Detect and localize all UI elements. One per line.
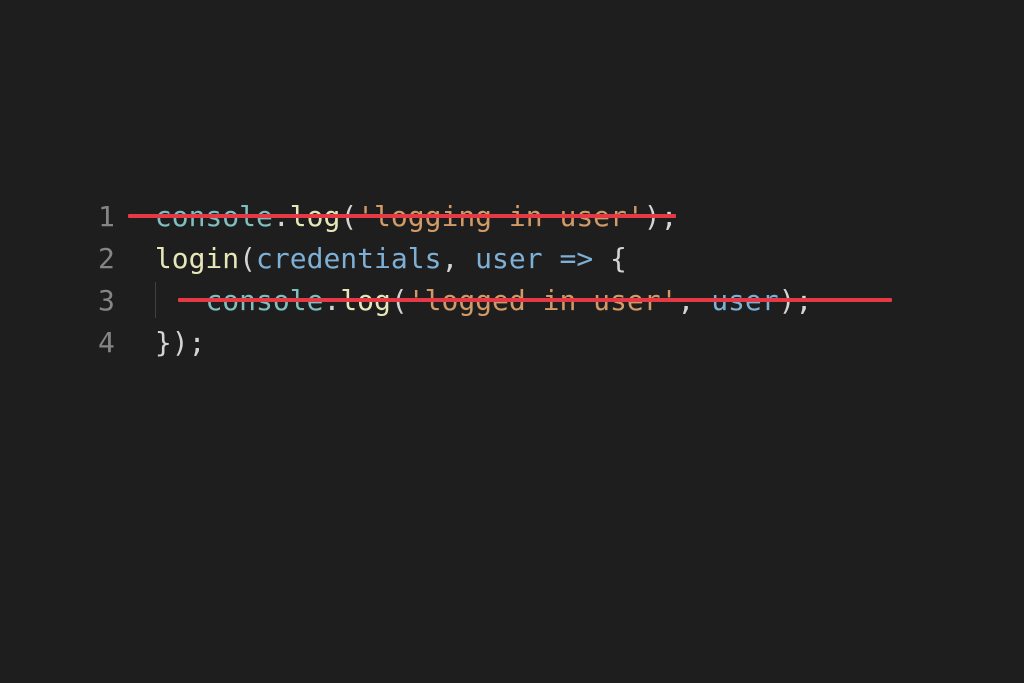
code-line-4: 4 }); xyxy=(98,321,812,363)
code-line-3: 3 console.log('logged in user', user); xyxy=(98,279,812,321)
param-credentials: credentials xyxy=(256,242,441,275)
code-content: console.log('logging in user'); xyxy=(138,200,677,233)
function-login: login xyxy=(155,242,239,275)
code-line-2: 2 login(credentials, user => { xyxy=(98,237,812,279)
code-content: console.log('logged in user', user); xyxy=(138,282,812,318)
line-number: 3 xyxy=(98,284,138,317)
arrow-operator: => xyxy=(559,242,593,275)
code-editor[interactable]: 1 console.log('logging in user'); 2 logi… xyxy=(98,195,812,363)
code-content: }); xyxy=(138,326,205,359)
line-number: 4 xyxy=(98,326,138,359)
brace-close: } xyxy=(155,326,172,359)
code-content: login(credentials, user => { xyxy=(138,242,627,275)
brace-open: { xyxy=(610,242,627,275)
strikethrough-annotation xyxy=(178,298,892,302)
line-number: 2 xyxy=(98,242,138,275)
strikethrough-annotation xyxy=(128,214,676,218)
code-line-1: 1 console.log('logging in user'); xyxy=(98,195,812,237)
param-user: user xyxy=(475,242,542,275)
